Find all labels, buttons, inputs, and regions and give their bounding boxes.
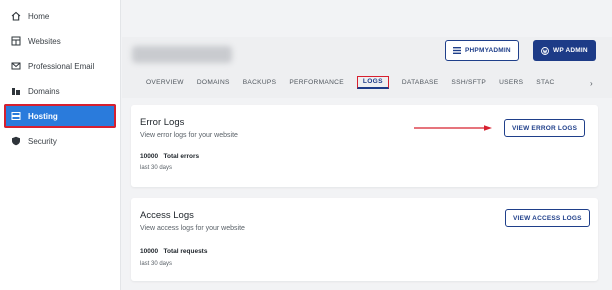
error-count: 10000 xyxy=(140,153,159,160)
shield-icon xyxy=(10,135,22,147)
sidebar-item-hosting[interactable]: Hosting xyxy=(4,104,116,128)
sidebar-item-websites[interactable]: Websites xyxy=(4,29,116,53)
wp-admin-button[interactable]: WP ADMIN xyxy=(533,40,596,61)
domains-icon xyxy=(10,85,22,97)
phpmyadmin-button[interactable]: PHPMYADMIN xyxy=(445,40,519,61)
menu-icon xyxy=(453,47,461,54)
request-count: 10000 xyxy=(140,248,159,255)
tab-overview[interactable]: OVERVIEW xyxy=(146,79,184,89)
access-logs-card: Access Logs View access logs for your we… xyxy=(131,198,598,281)
error-logs-card: Error Logs View error logs for your webs… xyxy=(131,105,598,187)
sidebar-item-home[interactable]: Home xyxy=(4,4,116,28)
sidebar-item-label: Professional Email xyxy=(28,61,95,71)
site-header: PHPMYADMIN WP ADMIN OVERVIEW DOMAINS BAC… xyxy=(122,37,612,98)
site-name-redacted xyxy=(132,46,232,63)
sidebar-item-professional-email[interactable]: Professional Email xyxy=(4,54,116,78)
websites-icon xyxy=(10,35,22,47)
sidebar-item-domains[interactable]: Domains xyxy=(4,79,116,103)
error-logs-title: Error Logs xyxy=(140,117,185,128)
tab-backups[interactable]: BACKUPS xyxy=(243,79,277,89)
email-icon xyxy=(10,60,22,72)
tabs-next-chevron-icon[interactable]: › xyxy=(590,79,593,88)
tab-stac[interactable]: STAC xyxy=(536,79,554,89)
home-icon xyxy=(10,10,22,22)
access-logs-title: Access Logs xyxy=(140,210,194,221)
tab-performance[interactable]: PERFORMANCE xyxy=(289,79,344,89)
sidebar: Home Websites Professional Email Domains… xyxy=(0,0,121,290)
sidebar-item-label: Websites xyxy=(28,36,61,46)
phpmyadmin-label: PHPMYADMIN xyxy=(465,47,511,54)
hosting-icon xyxy=(10,110,22,122)
tab-logs[interactable]: LOGS xyxy=(356,76,389,89)
view-access-logs-button[interactable]: VIEW ACCESS LOGS xyxy=(505,209,590,227)
hosting-tabs: OVERVIEW DOMAINS BACKUPS PERFORMANCE LOG… xyxy=(146,76,568,89)
sidebar-item-security[interactable]: Security xyxy=(4,129,116,153)
error-count-label: Total errors xyxy=(163,153,200,160)
annotation-arrow-icon xyxy=(414,125,492,131)
sidebar-item-label: Home xyxy=(28,11,50,21)
tab-database[interactable]: DATABASE xyxy=(402,79,439,89)
error-logs-period: last 30 days xyxy=(140,165,173,171)
request-count-label: Total requests xyxy=(163,248,208,255)
tab-users[interactable]: USERS xyxy=(499,79,523,89)
tab-domains[interactable]: DOMAINS xyxy=(197,79,230,89)
error-logs-description: View error logs for your website xyxy=(140,132,238,139)
access-logs-stat: 10000 Total requests xyxy=(140,248,207,255)
access-logs-description: View access logs for your website xyxy=(140,225,245,232)
error-logs-stat: 10000 Total errors xyxy=(140,153,199,160)
sidebar-item-label: Domains xyxy=(28,86,60,96)
sidebar-item-label: Hosting xyxy=(28,111,58,121)
access-logs-period: last 30 days xyxy=(140,261,173,267)
wordpress-icon xyxy=(541,46,549,55)
sidebar-item-label: Security xyxy=(28,136,57,146)
wp-admin-label: WP ADMIN xyxy=(553,47,588,54)
tab-ssh-sftp[interactable]: SSH/SFTP xyxy=(451,79,486,89)
view-error-logs-button[interactable]: VIEW ERROR LOGS xyxy=(504,119,586,137)
